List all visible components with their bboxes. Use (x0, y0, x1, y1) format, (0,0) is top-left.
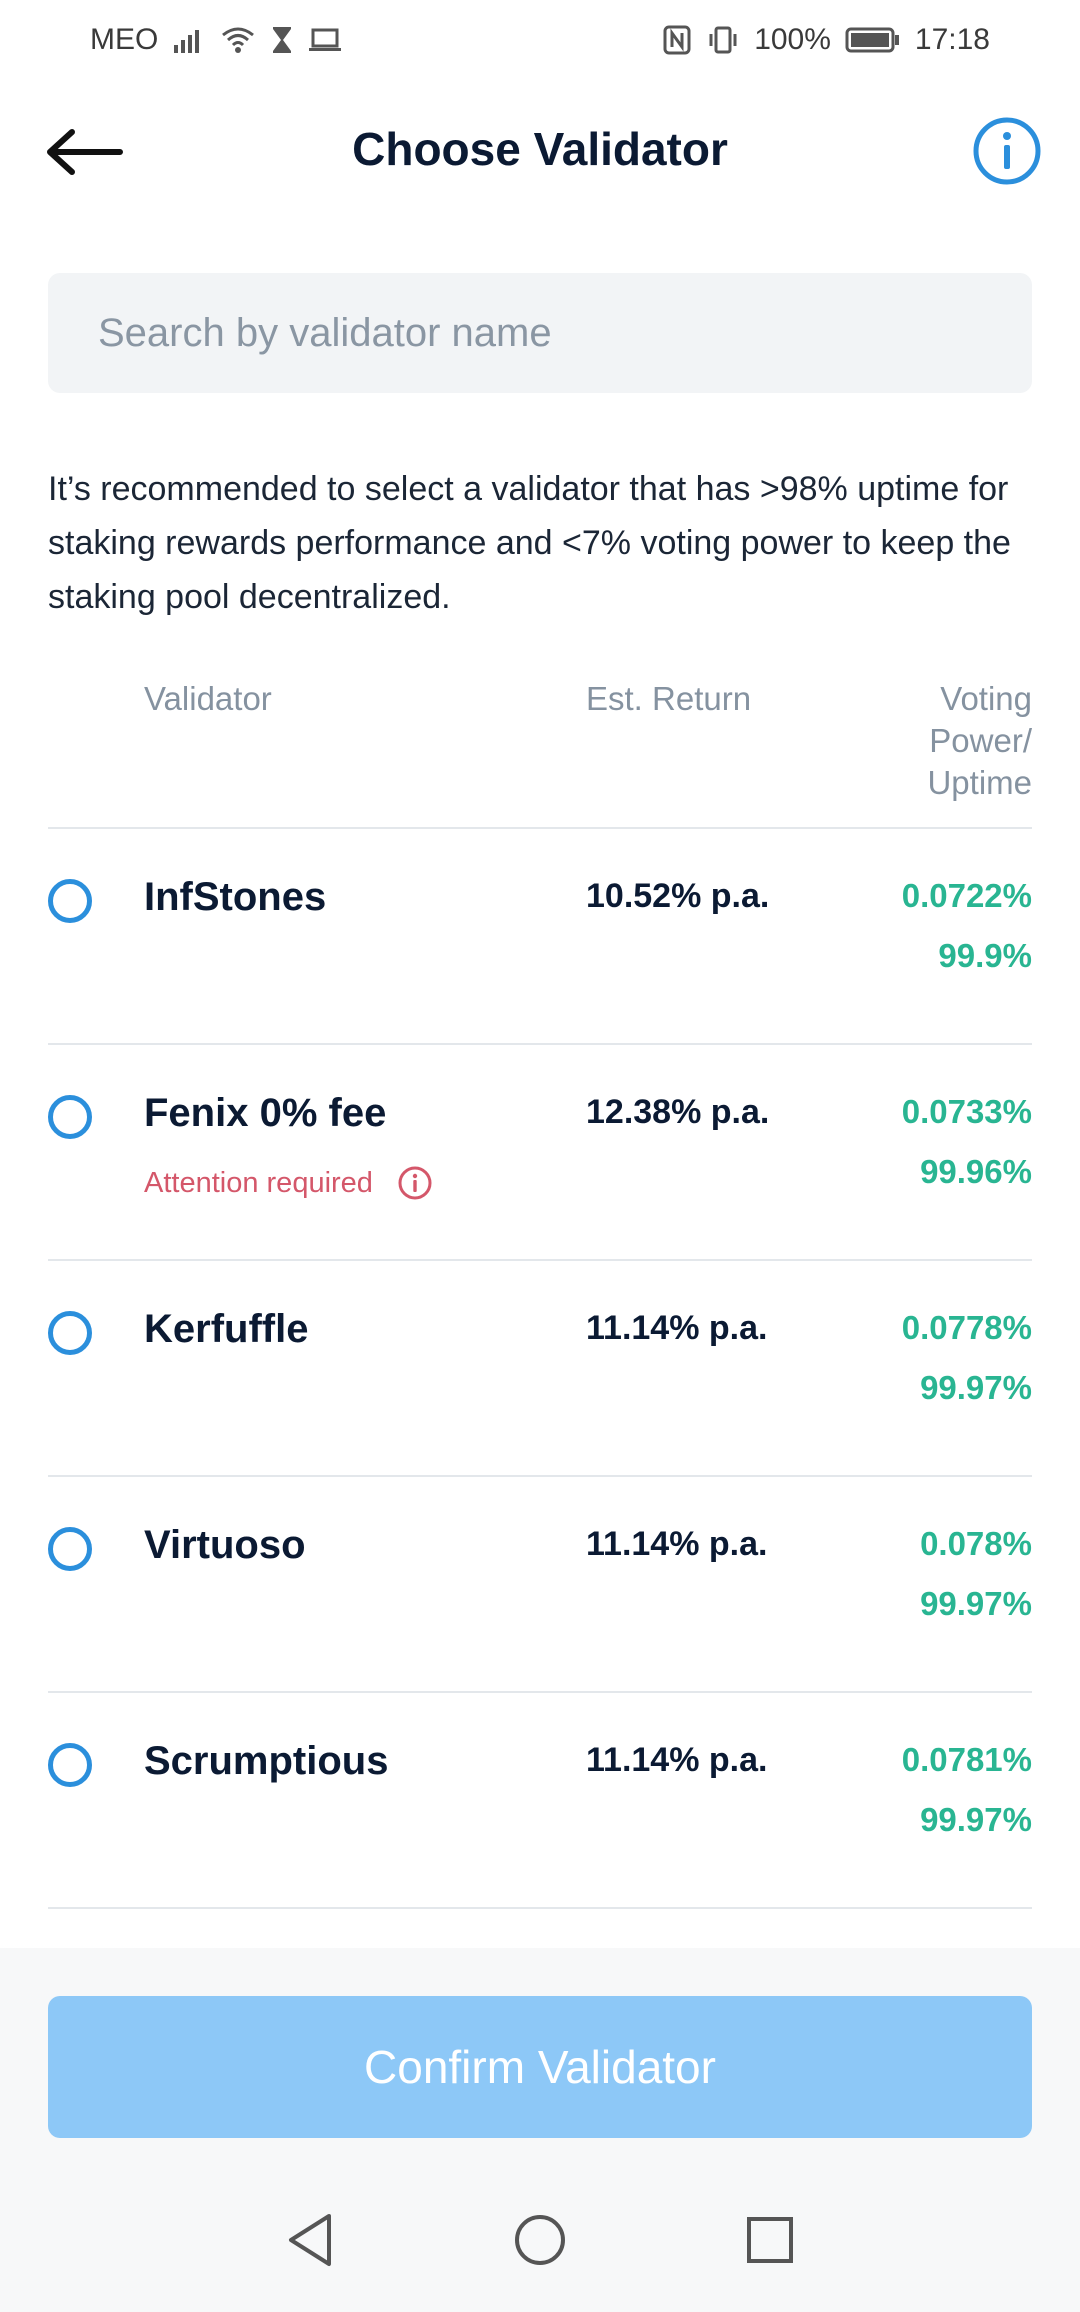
info-circle-icon (973, 117, 1041, 185)
validator-voting-power: 0.0778% (901, 1309, 1032, 1346)
laptop-icon (308, 25, 342, 55)
status-bar-right: 100% 17:18 (662, 23, 990, 57)
validator-uptime: 99.9% (938, 937, 1032, 974)
info-button[interactable] (972, 116, 1042, 186)
column-header-voting-line1: Voting (940, 680, 1032, 717)
hourglass-icon (270, 25, 294, 55)
column-header-return: Est. Return (586, 680, 752, 717)
validator-name: Scrumptious (144, 1739, 389, 1783)
search-input[interactable] (96, 309, 984, 357)
column-header-voting: Voting Power/ Uptime (872, 678, 1032, 804)
app-header: Choose Validator (0, 100, 1080, 210)
validator-name: Kerfuffle (144, 1307, 309, 1351)
validator-row-scrumptious[interactable]: Scrumptious 11.14% p.a. 0.0781% 99.97% (0, 1693, 1080, 1907)
carrier-label: MEO (90, 23, 159, 56)
column-header-voting-line3: Uptime (927, 764, 1032, 801)
status-bar: MEO 100% 17:18 (0, 0, 1080, 80)
validator-voting-power: 0.0781% (901, 1741, 1032, 1778)
battery-icon (845, 25, 901, 55)
circle-home-icon (515, 2215, 565, 2265)
validator-return: 11.14% p.a. (586, 1309, 768, 1347)
column-header-voting-line2: Power/ (929, 722, 1032, 759)
battery-percent: 100% (754, 23, 831, 56)
validator-row-fenix[interactable]: Fenix 0% fee Attention required 12.38% p… (0, 1045, 1080, 1259)
attention-text: Attention required (144, 1166, 373, 1199)
validator-voting-power: 0.078% (920, 1525, 1032, 1562)
system-nav-bar (0, 2170, 1080, 2310)
vibrate-icon (706, 25, 740, 55)
nav-back-button[interactable] (280, 2210, 340, 2270)
radio-unchecked-icon[interactable] (48, 1527, 92, 1571)
radio-unchecked-icon[interactable] (48, 1743, 92, 1787)
validator-voting-power: 0.0722% (901, 877, 1032, 914)
bottom-area: Confirm Validator (0, 1948, 1080, 2312)
clock: 17:18 (914, 23, 990, 56)
triangle-back-icon (289, 2214, 331, 2266)
divider (48, 1907, 1032, 1909)
radio-unchecked-icon[interactable] (48, 1311, 92, 1355)
confirm-validator-button[interactable]: Confirm Validator (48, 1996, 1032, 2138)
nav-home-button[interactable] (510, 2210, 570, 2270)
validator-row-virtuoso[interactable]: Virtuoso 11.14% p.a. 0.078% 99.97% (0, 1477, 1080, 1691)
validator-row-kerfuffle[interactable]: Kerfuffle 11.14% p.a. 0.0778% 99.97% (0, 1261, 1080, 1475)
validator-name: Virtuoso (144, 1523, 306, 1567)
column-header-validator: Validator (144, 680, 272, 717)
validator-return: 10.52% p.a. (586, 877, 770, 915)
attention-notice: Attention required (144, 1165, 433, 1201)
nav-recent-button[interactable] (740, 2210, 800, 2270)
validator-uptime: 99.97% (920, 1585, 1032, 1622)
page-title: Choose Validator (352, 123, 728, 175)
recommendation-text: It’s recommended to select a validator t… (48, 470, 1011, 616)
attention-info-icon[interactable] (397, 1165, 433, 1201)
table-header: Validator Est. Return Voting Power/ Upti… (0, 672, 1080, 822)
validator-voting-power: 0.0733% (901, 1093, 1032, 1130)
radio-unchecked-icon[interactable] (48, 879, 92, 923)
status-bar-left: MEO (90, 23, 342, 57)
signal-icon (172, 25, 206, 55)
square-recent-icon (747, 2217, 793, 2263)
validator-return: 12.38% p.a. (586, 1093, 770, 1131)
validator-name: InfStones (144, 875, 327, 919)
nfc-icon (662, 25, 692, 55)
validator-uptime: 99.97% (920, 1369, 1032, 1406)
validator-return: 11.14% p.a. (586, 1525, 768, 1563)
validator-uptime: 99.97% (920, 1801, 1032, 1838)
validator-return: 11.14% p.a. (586, 1741, 768, 1779)
validator-row-infstones[interactable]: InfStones 10.52% p.a. 0.0722% 99.9% (0, 829, 1080, 1043)
search-box (48, 273, 1032, 393)
validator-name: Fenix 0% fee (144, 1091, 387, 1135)
wifi-icon (220, 25, 256, 55)
validator-uptime: 99.96% (920, 1153, 1032, 1190)
radio-unchecked-icon[interactable] (48, 1095, 92, 1139)
